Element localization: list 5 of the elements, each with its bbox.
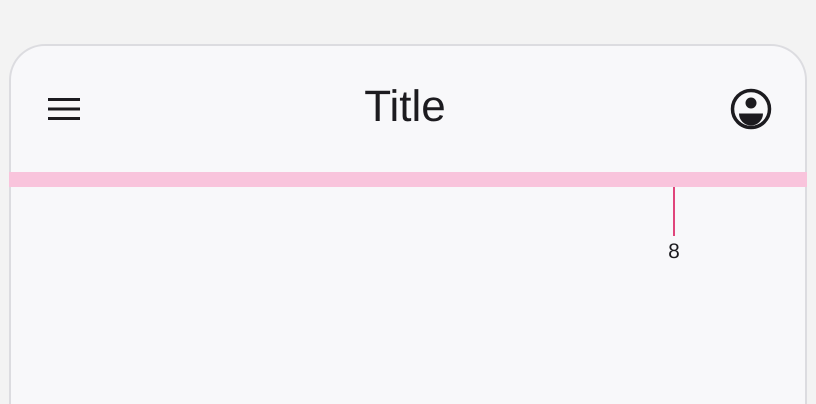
app-bar-title: Title — [364, 82, 446, 132]
leader-line — [673, 187, 675, 236]
spacing-label: 8 — [668, 240, 680, 264]
menu-icon[interactable] — [48, 98, 80, 120]
account-icon[interactable] — [730, 88, 772, 130]
